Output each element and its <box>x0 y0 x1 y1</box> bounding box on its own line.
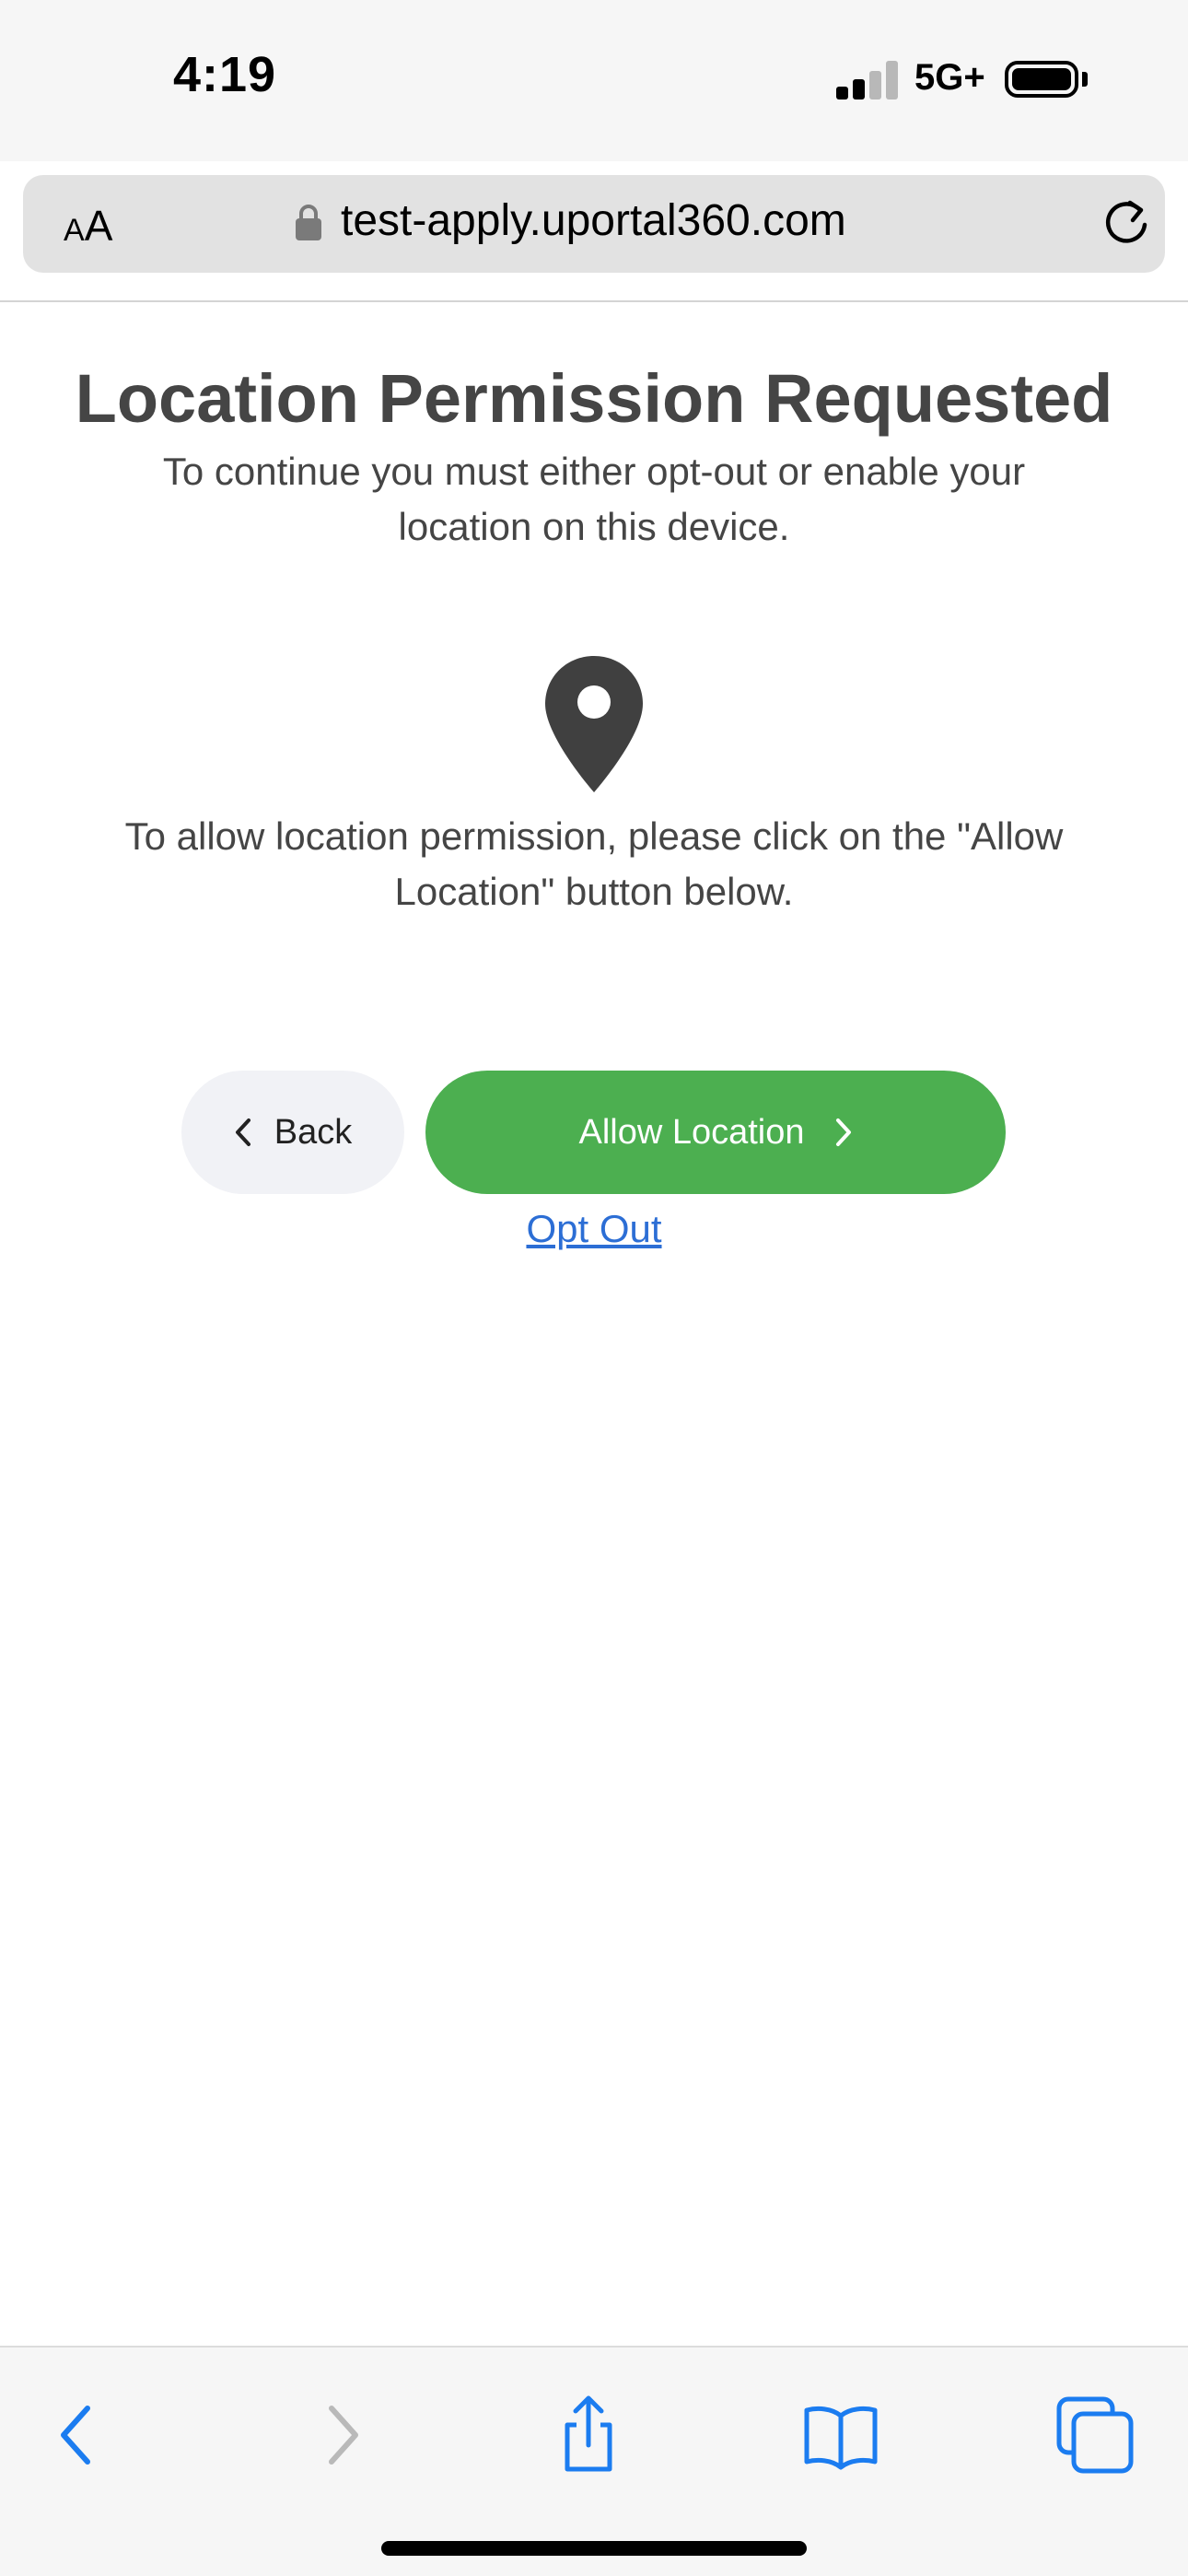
toolbar-divider <box>0 300 1188 302</box>
text-size-large-glyph: A <box>84 202 113 250</box>
instruction-text: To allow location permission, please cli… <box>124 814 1064 913</box>
share-icon[interactable] <box>547 2394 630 2476</box>
url-text[interactable]: test-apply.uportal360.com <box>341 195 846 246</box>
address-bar[interactable]: AA test-apply.uportal360.com <box>23 175 1165 273</box>
opt-out-link[interactable]: Opt Out <box>526 1207 661 1250</box>
page-title: Location Permission Requested <box>75 360 1113 437</box>
chevron-right-icon <box>835 1118 851 1146</box>
network-type-label: 5G+ <box>914 57 985 98</box>
allow-location-button[interactable]: Allow Location <box>425 1071 1006 1194</box>
text-size-small-glyph: A <box>64 213 85 248</box>
opt-out-row: Opt Out <box>0 1207 1188 1251</box>
text-size-button[interactable]: AA <box>64 201 112 251</box>
status-time: 4:19 <box>173 47 277 102</box>
browser-forward-icon[interactable] <box>297 2394 380 2476</box>
back-button-label: Back <box>274 1112 353 1152</box>
status-bar: 4:19 5G+ <box>0 0 1188 161</box>
reload-icon[interactable] <box>1100 197 1153 251</box>
mobile-browser-screen: 4:19 5G+ AA test-apply.uportal360.com Lo… <box>0 0 1188 2576</box>
cellular-signal-icon <box>836 61 901 100</box>
home-indicator <box>381 2541 807 2556</box>
battery-icon <box>1005 61 1078 98</box>
page-subtitle: To continue you must either opt-out or e… <box>162 450 1026 548</box>
browser-back-icon[interactable] <box>39 2394 122 2476</box>
bookmarks-icon[interactable] <box>799 2394 882 2476</box>
lock-icon <box>296 205 321 240</box>
allow-location-label: Allow Location <box>578 1112 805 1152</box>
tabs-icon[interactable] <box>1054 2394 1136 2476</box>
back-button[interactable]: Back <box>181 1071 404 1194</box>
chevron-left-icon <box>235 1118 250 1146</box>
battery-nub <box>1082 72 1088 87</box>
map-pin-icon <box>545 656 643 792</box>
